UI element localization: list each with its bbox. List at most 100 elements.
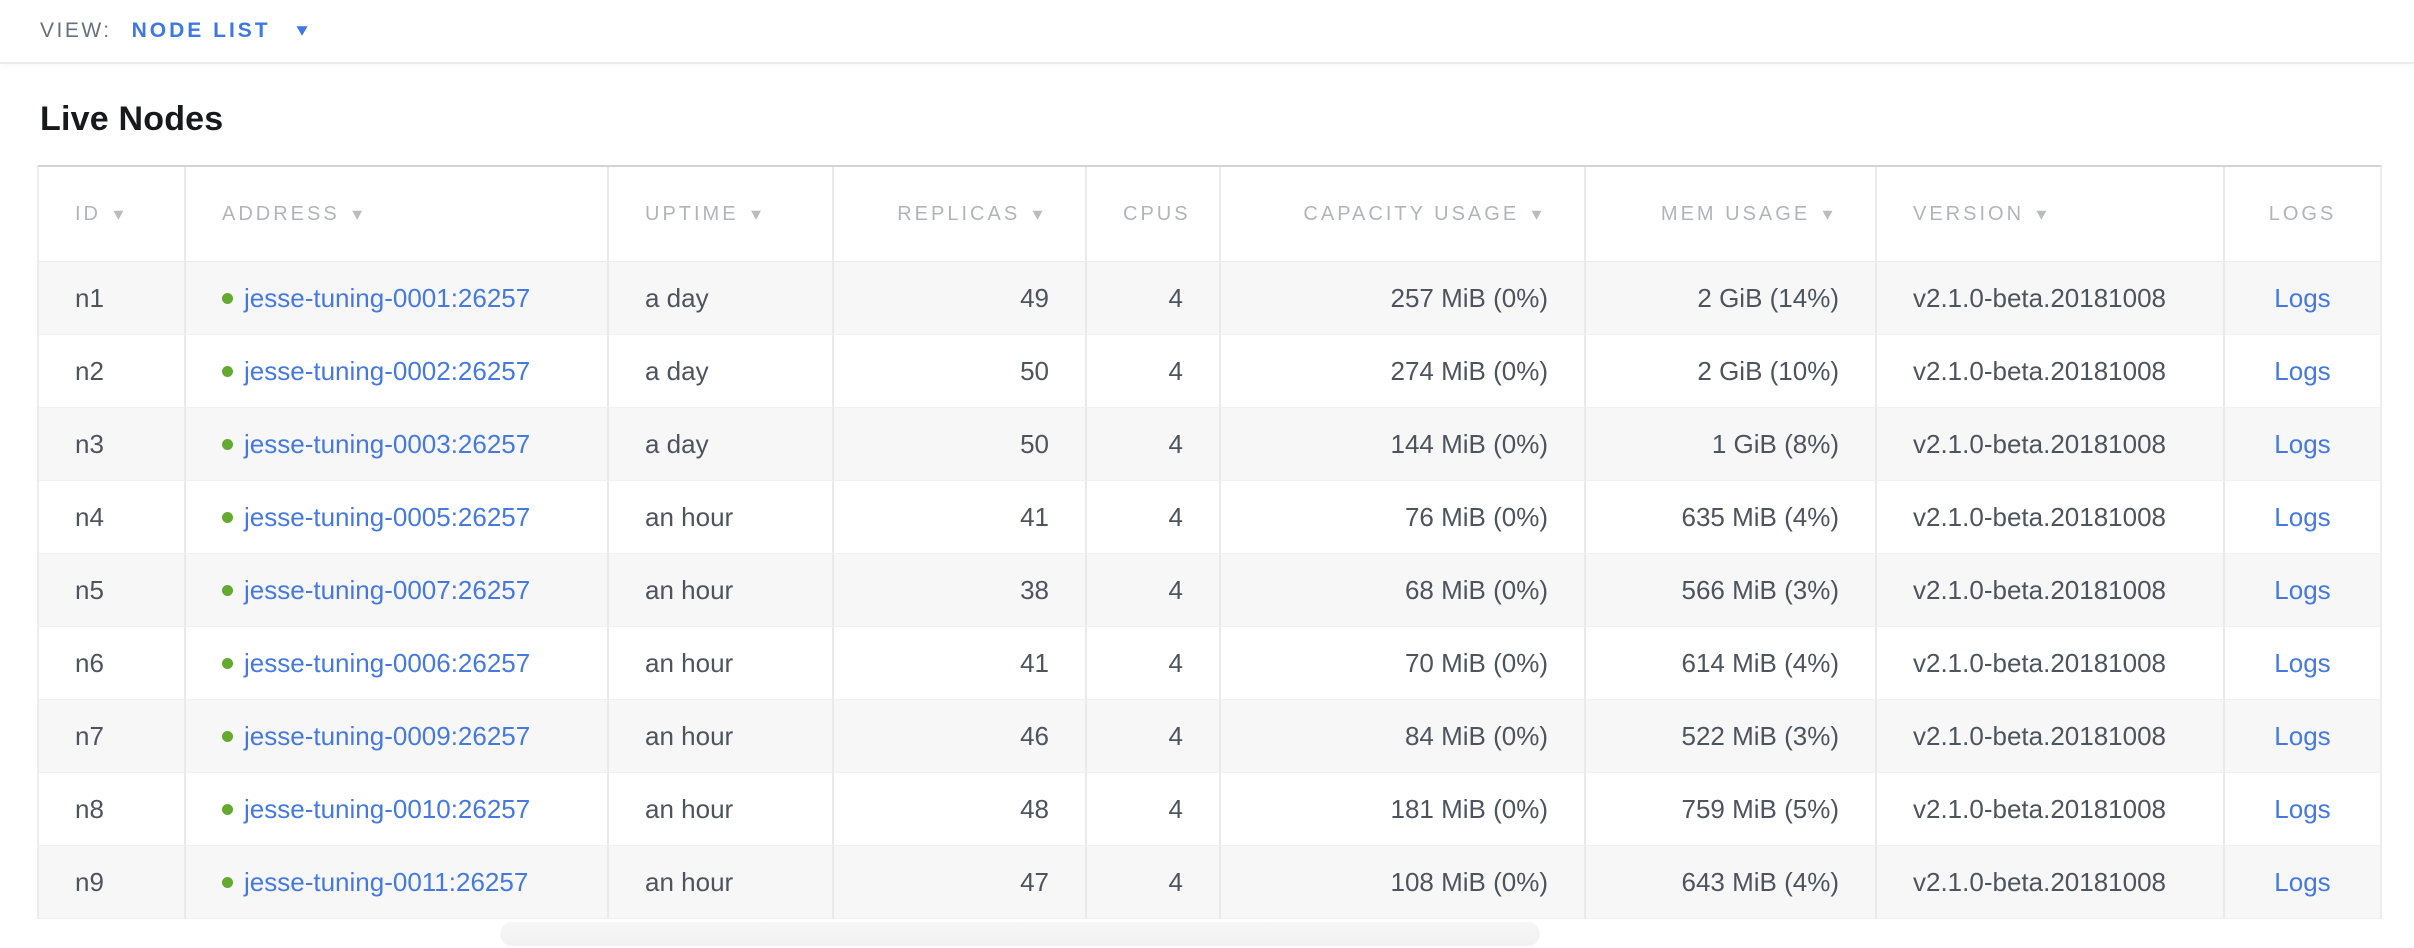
node-address-link[interactable]: jesse-tuning-0007:26257 (244, 575, 530, 606)
node-logs-link[interactable]: Logs (2274, 867, 2330, 897)
sort-desc-icon: ▼ (1029, 206, 1049, 224)
cell-address: jesse-tuning-0006:26257 (186, 627, 609, 700)
cell-logs: Logs (2225, 773, 2380, 846)
cell-mem_usage: 2 GiB (10%) (1586, 335, 1877, 408)
column-header-uptime[interactable]: UPTIME ▼ (609, 167, 834, 262)
cell-logs: Logs (2225, 846, 2380, 919)
column-header-id[interactable]: ID▼ (39, 167, 186, 262)
cell-id: n7 (39, 700, 186, 773)
cell-id: n3 (39, 408, 186, 481)
cell-address: jesse-tuning-0001:26257 (186, 262, 609, 335)
table-row: n8jesse-tuning-0010:26257an hour484181 M… (39, 773, 2380, 846)
column-header-label: CPUS (1123, 203, 1191, 225)
node-status-icon (222, 731, 233, 742)
cell-capacity_usage: 70 MiB (0%) (1221, 627, 1586, 700)
node-logs-link[interactable]: Logs (2274, 575, 2330, 605)
cell-capacity_usage: 108 MiB (0%) (1221, 846, 1586, 919)
sort-desc-icon: ▼ (349, 206, 369, 224)
column-header-version[interactable]: VERSION▼ (1877, 167, 2225, 262)
cell-id: n1 (39, 262, 186, 335)
cell-capacity_usage: 144 MiB (0%) (1221, 408, 1586, 481)
cell-cpus: 4 (1087, 335, 1221, 408)
cell-mem_usage: 759 MiB (5%) (1586, 773, 1877, 846)
cell-address: jesse-tuning-0002:26257 (186, 335, 609, 408)
cell-cpus: 4 (1087, 627, 1221, 700)
column-header-replicas[interactable]: REPLICAS ▼ (834, 167, 1087, 262)
cell-uptime: a day (609, 408, 834, 481)
sort-desc-icon: ▼ (748, 206, 768, 224)
cell-capacity_usage: 257 MiB (0%) (1221, 262, 1586, 335)
view-selected-value: NODE LIST (132, 19, 271, 43)
column-header-capacity_usage[interactable]: CAPACITY USAGE▼ (1221, 167, 1586, 262)
node-address-link[interactable]: jesse-tuning-0005:26257 (244, 502, 530, 533)
node-status-icon (222, 804, 233, 815)
node-status-icon (222, 512, 233, 523)
cell-replicas: 41 (834, 481, 1087, 554)
cell-cpus: 4 (1087, 262, 1221, 335)
cell-address: jesse-tuning-0010:26257 (186, 773, 609, 846)
cell-mem_usage: 566 MiB (3%) (1586, 554, 1877, 627)
cell-version: v2.1.0-beta.20181008 (1877, 627, 2225, 700)
column-header-label: ID (75, 203, 101, 225)
cell-uptime: an hour (609, 773, 834, 846)
node-logs-link[interactable]: Logs (2274, 502, 2330, 532)
column-header-address[interactable]: ADDRESS▼ (186, 167, 609, 262)
cell-cpus: 4 (1087, 481, 1221, 554)
node-logs-link[interactable]: Logs (2274, 721, 2330, 751)
cell-uptime: an hour (609, 846, 834, 919)
cell-replicas: 47 (834, 846, 1087, 919)
cell-uptime: an hour (609, 554, 834, 627)
cell-uptime: a day (609, 335, 834, 408)
table-row: n9jesse-tuning-0011:26257an hour474108 M… (39, 846, 2380, 919)
cell-replicas: 50 (834, 335, 1087, 408)
node-address-link[interactable]: jesse-tuning-0011:26257 (244, 867, 528, 898)
node-logs-link[interactable]: Logs (2274, 794, 2330, 824)
node-address-link[interactable]: jesse-tuning-0003:26257 (244, 429, 530, 460)
node-address-link[interactable]: jesse-tuning-0002:26257 (244, 356, 530, 387)
cell-replicas: 38 (834, 554, 1087, 627)
cell-logs: Logs (2225, 627, 2380, 700)
table-row: n5jesse-tuning-0007:26257an hour38468 Mi… (39, 554, 2380, 627)
table-row: n6 jesse-tuning-0006:26257 an hour41470 Mi… (39, 627, 2380, 700)
cell-version: v2.1.0-beta.20181008 (1877, 335, 2225, 408)
node-address-link[interactable]: jesse-tuning-0001:26257 (244, 283, 530, 314)
cell-id: n2 (39, 335, 186, 408)
cell-mem_usage: 643 MiB (4%) (1586, 846, 1877, 919)
table-row: n3jesse-tuning-0003:26257a day504144 MiB… (39, 408, 2380, 481)
cell-id: n6 (39, 627, 186, 700)
cell-cpus: 4 (1087, 700, 1221, 773)
cell-mem_usage: 522 MiB (3%) (1586, 700, 1877, 773)
column-header-mem_usage[interactable]: MEM USAGE▼ (1586, 167, 1877, 262)
cell-replicas: 50 (834, 408, 1087, 481)
cell-replicas: 41 (834, 627, 1087, 700)
cell-version: v2.1.0-beta.20181008 (1877, 481, 2225, 554)
cell-version: v2.1.0-beta.20181008 (1877, 262, 2225, 335)
node-address-link[interactable]: jesse-tuning-0006:26257 (244, 648, 530, 679)
node-address-link[interactable]: jesse-tuning-0009:26257 (244, 721, 530, 752)
cell-cpus: 4 (1087, 846, 1221, 919)
cell-address: jesse-tuning-0011:26257 (186, 846, 609, 919)
live-nodes-table: ID▼ADDRESS▼UPTIME▼REPLICAS▼CPUSCAPACITY … (37, 165, 2382, 919)
node-logs-link[interactable]: Logs (2274, 429, 2330, 459)
cell-mem_usage: 2 GiB (14%) (1586, 262, 1877, 335)
horizontal-scrollbar-thumb[interactable] (500, 922, 1540, 946)
node-logs-link[interactable]: Logs (2274, 283, 2330, 313)
column-header-cpus: CPUS (1087, 167, 1221, 262)
node-status-icon (222, 293, 233, 304)
node-logs-link[interactable]: Logs (2274, 648, 2330, 678)
column-header-label: REPLICAS (897, 203, 1020, 225)
node-address-link[interactable]: jesse-tuning-0010:26257 (244, 794, 530, 825)
view-selector-dropdown[interactable]: NODE LIST ▼ (132, 19, 312, 43)
cell-replicas: 48 (834, 773, 1087, 846)
live-nodes-table-wrap: ID▼ADDRESS▼UPTIME▼REPLICAS▼CPUSCAPACITY … (37, 165, 2382, 919)
cell-capacity_usage: 84 MiB (0%) (1221, 700, 1586, 773)
column-header-label: LOGS (2269, 203, 2337, 225)
cell-uptime: an hour (609, 700, 834, 773)
node-logs-link[interactable]: Logs (2274, 356, 2330, 386)
cell-version: v2.1.0-beta.20181008 (1877, 554, 2225, 627)
cell-uptime: an hour (609, 627, 834, 700)
cell-logs: Logs (2225, 335, 2380, 408)
column-header-label: UPTIME (645, 203, 739, 225)
page-title: Live Nodes (40, 100, 2414, 139)
table-row: n2jesse-tuning-0002:26257a day504274 MiB… (39, 335, 2380, 408)
